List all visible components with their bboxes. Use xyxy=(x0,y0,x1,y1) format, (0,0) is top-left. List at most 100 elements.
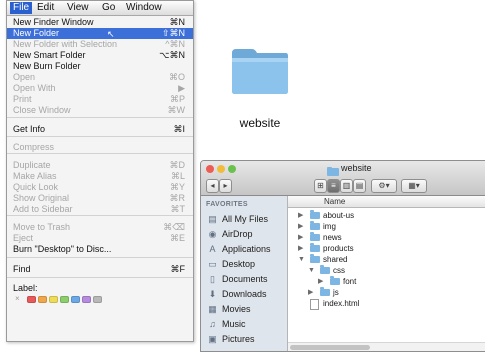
disclosure-open-icon[interactable]: ▼ xyxy=(308,265,315,276)
horizontal-scrollbar[interactable] xyxy=(288,342,485,351)
label-color-swatch[interactable] xyxy=(71,296,80,303)
menu-item-label: Label: xyxy=(13,283,38,293)
no-label-icon[interactable]: × xyxy=(15,294,20,303)
back-button[interactable]: ◂ xyxy=(206,179,219,193)
menu-item-shortcut: ⌘⌫ xyxy=(163,222,185,232)
menu-item-shortcut: ⌘T xyxy=(170,204,186,214)
sidebar-item-movies[interactable]: ▦ Movies xyxy=(205,302,287,316)
menu-item-label: Duplicate xyxy=(13,160,51,170)
file-name: font xyxy=(343,277,357,286)
minimize-button[interactable] xyxy=(217,165,225,173)
menu-item-label: New Finder Window xyxy=(13,17,94,27)
file-row-css[interactable]: ▼ css xyxy=(308,265,485,276)
menubar-edit[interactable]: Edit xyxy=(37,2,54,14)
column-header[interactable]: Name xyxy=(288,196,485,208)
menubar-go[interactable]: Go xyxy=(102,2,115,14)
file-row-index-html[interactable]: index.html xyxy=(298,298,485,310)
documents-icon: ▯ xyxy=(210,274,215,284)
sidebar-item-label: AirDrop xyxy=(222,229,253,239)
label-color-picker: × xyxy=(15,294,135,304)
icon-view-icon: ⊞ xyxy=(317,181,324,190)
sidebar-item-airdrop[interactable]: ◉ AirDrop xyxy=(205,227,287,241)
label-color-swatch[interactable] xyxy=(60,296,69,303)
sidebar-item-music[interactable]: ♫ Music xyxy=(205,317,287,331)
label-color-swatch[interactable] xyxy=(93,296,102,303)
label-color-swatch[interactable] xyxy=(49,296,58,303)
menu-item-find[interactable]: Find ⌘F xyxy=(7,264,193,277)
folder-icon xyxy=(330,276,340,285)
menu-item-quick-look: Quick Look ⌘Y xyxy=(7,182,193,193)
arrange-button[interactable]: ▦▾ xyxy=(401,179,427,193)
menubar-window[interactable]: Window xyxy=(126,2,162,14)
file-row-font[interactable]: ▶ font xyxy=(318,276,485,287)
disclosure-closed-icon[interactable]: ▶ xyxy=(298,232,303,243)
menu-item-label: Get Info xyxy=(13,124,46,134)
sidebar-item-all-my-files[interactable]: ▤ All My Files xyxy=(205,212,287,226)
folder-icon xyxy=(310,232,320,241)
sidebar-item-pictures[interactable]: ▣ Pictures xyxy=(205,332,287,346)
menu-separator xyxy=(7,277,193,278)
menu-item-label[interactable]: Label: xyxy=(7,283,193,294)
gear-icon: ⚙▾ xyxy=(378,181,390,190)
sidebar-item-label: Desktop xyxy=(222,259,256,269)
folder-icon xyxy=(320,287,330,296)
menubar-file[interactable]: File xyxy=(10,2,33,14)
disclosure-closed-icon[interactable]: ▶ xyxy=(298,210,303,221)
menu-separator xyxy=(7,153,193,154)
file-row-products[interactable]: ▶ products xyxy=(298,243,485,254)
menu-item-shortcut: ⌘Y xyxy=(169,182,185,192)
action-button[interactable]: ⚙▾ xyxy=(371,179,397,193)
icon-view-button[interactable]: ⊞ xyxy=(314,179,327,193)
menu-item-shortcut: ⌥⌘N xyxy=(159,50,185,60)
forward-button[interactable]: ▸ xyxy=(219,179,232,193)
sidebar-item-documents[interactable]: ▯ Documents xyxy=(205,272,287,286)
menu-item-label: Make Alias xyxy=(13,171,57,181)
file-row-shared[interactable]: ▼ shared xyxy=(298,254,485,265)
sidebar-item-applications[interactable]: A Applications xyxy=(205,242,287,256)
folder-icon xyxy=(310,221,320,230)
menu-separator xyxy=(7,136,193,137)
pictures-icon: ▣ xyxy=(208,334,217,344)
menu-item-shortcut: ▶ xyxy=(178,83,185,93)
menu-item-new-burn-folder[interactable]: New Burn Folder xyxy=(7,61,193,72)
menu-separator xyxy=(7,257,193,258)
forward-arrow-icon: ▸ xyxy=(223,181,228,190)
list-view-button[interactable]: ≡ xyxy=(327,179,340,193)
menu-item-shortcut: ⌘E xyxy=(169,233,185,243)
disclosure-open-icon[interactable]: ▼ xyxy=(298,254,305,265)
airdrop-icon: ◉ xyxy=(208,229,217,239)
close-button[interactable] xyxy=(206,165,214,173)
sidebar-item-downloads[interactable]: ⬇ Downloads xyxy=(205,287,287,301)
menu-item-shortcut: ⌘L xyxy=(170,171,185,181)
coverflow-view-button[interactable]: ▤ xyxy=(353,179,366,193)
disclosure-closed-icon[interactable]: ▶ xyxy=(308,287,313,298)
menu-item-label: Eject xyxy=(13,233,34,243)
label-color-swatch[interactable] xyxy=(27,296,36,303)
title-folder-icon xyxy=(327,163,339,176)
file-row-about-us[interactable]: ▶ about-us xyxy=(298,210,485,221)
file-row-js[interactable]: ▶ js xyxy=(308,287,485,298)
menu-item-burn-desktop-to-disc[interactable]: Burn "Desktop" to Disc... xyxy=(7,244,193,255)
sidebar-item-label: Documents xyxy=(222,274,268,284)
zoom-button[interactable] xyxy=(228,165,236,173)
disclosure-closed-icon[interactable]: ▶ xyxy=(298,243,303,254)
menu-item-label: Move to Trash xyxy=(13,222,71,232)
menu-item-label: Open With xyxy=(13,83,56,93)
sidebar-item-desktop[interactable]: ▭ Desktop xyxy=(205,257,287,271)
menu-item-label: Show Original xyxy=(13,193,70,203)
label-color-swatch[interactable] xyxy=(38,296,47,303)
name-column-label: Name xyxy=(324,197,346,206)
column-view-button[interactable]: ▥ xyxy=(340,179,353,193)
file-row-news[interactable]: ▶ news xyxy=(298,232,485,243)
file-row-img[interactable]: ▶ img xyxy=(298,221,485,232)
menu-item-new-finder-window[interactable]: New Finder Window ⌘N xyxy=(7,17,193,28)
label-color-swatch[interactable] xyxy=(82,296,91,303)
folder-icon[interactable] xyxy=(230,45,290,97)
folder-icon xyxy=(310,210,320,219)
menu-item-new-folder[interactable]: New Folder ⇧⌘N ↖ xyxy=(7,28,193,39)
disclosure-closed-icon[interactable]: ▶ xyxy=(318,276,323,287)
column-view-icon: ▥ xyxy=(342,181,351,190)
menu-item-new-smart-folder[interactable]: New Smart Folder ⌥⌘N xyxy=(7,50,193,61)
disclosure-closed-icon[interactable]: ▶ xyxy=(298,221,303,232)
menubar-view[interactable]: View xyxy=(67,2,89,14)
